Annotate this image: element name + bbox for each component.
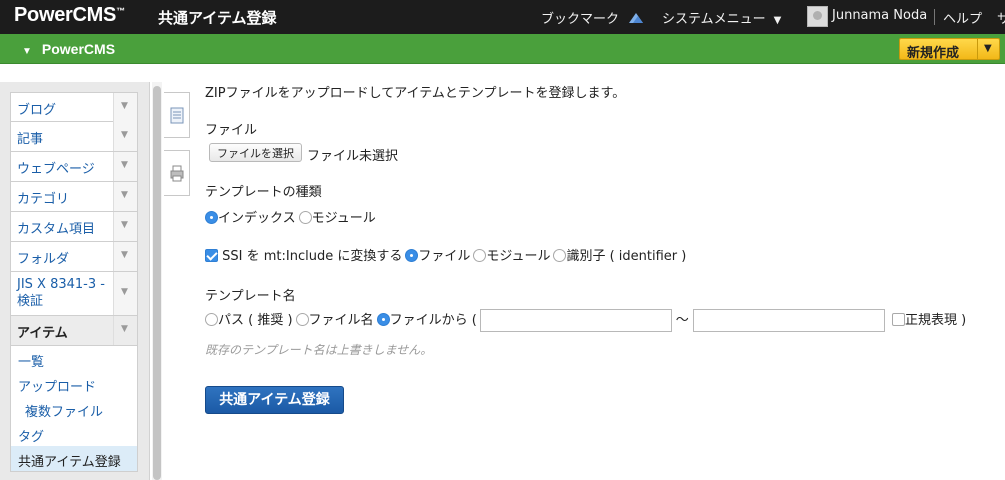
overflow-menu-item[interactable]: サ [997, 8, 1005, 27]
printer-icon [170, 165, 184, 182]
widget-tab[interactable] [164, 150, 190, 196]
file-label: ファイル [205, 123, 258, 138]
submenu-item-common-register[interactable]: 共通アイテム登録 [11, 446, 137, 471]
ssi-checkbox[interactable] [205, 249, 218, 262]
radio-ssi-module[interactable] [473, 249, 487, 262]
template-type-group: インデックス モジュール [205, 207, 379, 226]
file-status: ファイル未選択 [307, 149, 399, 164]
sidebar-item-label: JIS X 8341-3 - 検証 [17, 277, 105, 309]
radio-index[interactable] [205, 211, 218, 224]
radio-ssi-file-label[interactable]: ファイル [418, 249, 470, 264]
dropdown-arrow-icon[interactable] [113, 316, 137, 345]
brand-logo[interactable]: PowerCMS™ [14, 4, 125, 27]
bookmark-icon [629, 13, 644, 23]
user-avatar[interactable] [807, 6, 828, 27]
bookmark-menu[interactable]: ブックマーク [541, 8, 645, 27]
radio-ssi-identifier[interactable] [553, 249, 567, 262]
document-list-icon [170, 107, 184, 124]
sidebar-scrollbar[interactable] [152, 82, 162, 480]
user-name[interactable]: Junnama Noda [832, 8, 927, 23]
divider [934, 9, 935, 25]
sidebar-item-label: フォルダ [17, 252, 70, 267]
submenu-item-upload[interactable]: アップロード [11, 371, 137, 396]
dropdown-arrow-icon[interactable] [113, 122, 137, 151]
system-menu-label: システムメニュー [662, 12, 766, 27]
submenu-item-list[interactable]: 一覧 [11, 346, 137, 371]
site-bar: ▼ PowerCMS 新規作成 ▼ [0, 34, 1005, 64]
template-type-label: テンプレートの種類 [205, 185, 322, 200]
page-description: ZIPファイルをアップロードしてアイテムとテンプレートを登録します。 [205, 86, 626, 101]
sidebar-item-entries[interactable]: 記事 [10, 122, 138, 152]
range-end-input[interactable] [692, 309, 885, 332]
sidebar-item-webpages[interactable]: ウェブページ [10, 152, 138, 182]
sidebar-item-label: カスタム項目 [17, 222, 96, 237]
radio-ssi-module-label[interactable]: モジュール [486, 249, 550, 264]
sidebar-item-categories[interactable]: カテゴリ [10, 182, 138, 212]
divider [977, 39, 978, 59]
sidebar-item-custom-fields[interactable]: カスタム項目 [10, 212, 138, 242]
radio-module-label[interactable]: モジュール [312, 211, 376, 226]
sidebar-item-folders[interactable]: フォルダ [10, 242, 138, 272]
page-title: 共通アイテム登録 [158, 9, 277, 27]
sidebar-item-label: アイテム [17, 326, 68, 341]
system-menu[interactable]: システムメニュー ▼ [662, 8, 781, 27]
radio-module[interactable] [298, 211, 312, 224]
dropdown-arrow-icon[interactable] [113, 93, 137, 122]
radio-filename-label[interactable]: ファイル名 [309, 313, 374, 328]
site-switcher[interactable]: ▼ PowerCMS [22, 41, 115, 57]
regex-label[interactable]: 正規表現 ) [905, 313, 966, 328]
dropdown-arrow-icon[interactable] [113, 182, 137, 211]
radio-path-label[interactable]: パス ( 推奨 ) [218, 313, 293, 328]
sidebar: ブログ 記事 ウェブページ カテゴリ カスタム項目 フォルダ JIS X 834… [0, 82, 150, 480]
sidebar-item-label: ウェブページ [17, 162, 95, 177]
dropdown-arrow-icon[interactable] [113, 242, 137, 271]
new-create-button[interactable]: 新規作成 ▼ [899, 38, 1000, 61]
sidebar-item-jis-check[interactable]: JIS X 8341-3 - 検証 [10, 272, 138, 316]
chevron-down-icon[interactable]: ▼ [984, 43, 992, 54]
choose-file-button[interactable]: ファイルを選択 [209, 143, 302, 162]
scrollbar-thumb[interactable] [153, 86, 161, 480]
bookmark-label: ブックマーク [541, 12, 620, 27]
ssi-checkbox-label[interactable]: SSI を mt:Include に変換する [222, 249, 402, 264]
regex-checkbox[interactable] [891, 313, 905, 326]
sidebar-menu: ブログ 記事 ウェブページ カテゴリ カスタム項目 フォルダ JIS X 834… [10, 92, 138, 472]
submenu-item-multi-file[interactable]: 複数ファイル [11, 396, 137, 421]
submenu-item-tags[interactable]: タグ [11, 421, 137, 446]
ssi-group: SSI を mt:Include に変換する ファイル モジュール 識別子 ( ide… [205, 245, 689, 264]
radio-ssi-file[interactable] [405, 249, 419, 262]
triangle-down-icon: ▼ [22, 46, 32, 57]
sidebar-item-assets[interactable]: アイテム [10, 316, 138, 346]
sidebar-item-label: カテゴリ [17, 192, 70, 207]
widget-tab[interactable] [164, 92, 190, 138]
range-start-input[interactable] [479, 309, 672, 332]
radio-index-label[interactable]: インデックス [218, 211, 296, 226]
radio-from-file-label[interactable]: ファイルから ( [390, 313, 477, 328]
submit-button[interactable]: 共通アイテム登録 [205, 386, 344, 414]
help-note: 既存のテンプレート名は上書きしません。 [205, 343, 433, 357]
template-name-group: パス ( 推奨 ) ファイル名 ファイルから ( 〜 正規表現 ) [205, 309, 966, 332]
radio-from-file[interactable] [376, 313, 390, 326]
dropdown-arrow-icon[interactable] [113, 152, 137, 181]
new-create-label: 新規作成 [907, 46, 960, 61]
radio-filename[interactable] [295, 313, 309, 326]
sidebar-item-blog[interactable]: ブログ [10, 92, 138, 122]
range-separator: 〜 [675, 313, 689, 328]
radio-path[interactable] [205, 313, 218, 326]
site-name: PowerCMS [41, 41, 116, 57]
chevron-down-icon: ▼ [773, 15, 782, 26]
radio-ssi-identifier-label[interactable]: 識別子 ( identifier ) [566, 249, 686, 264]
dropdown-arrow-icon[interactable] [113, 212, 137, 241]
template-name-label: テンプレート名 [205, 289, 296, 304]
help-link[interactable]: ヘルプ [943, 8, 982, 27]
sidebar-item-label: ブログ [17, 103, 57, 118]
top-bar: PowerCMS™ 共通アイテム登録 ブックマーク システムメニュー ▼ Junn… [0, 0, 1005, 34]
sidebar-submenu: 一覧 アップロード 複数ファイル タグ 共通アイテム登録 [10, 346, 138, 472]
sidebar-item-label: 記事 [17, 132, 44, 147]
dropdown-arrow-icon[interactable] [113, 272, 137, 315]
